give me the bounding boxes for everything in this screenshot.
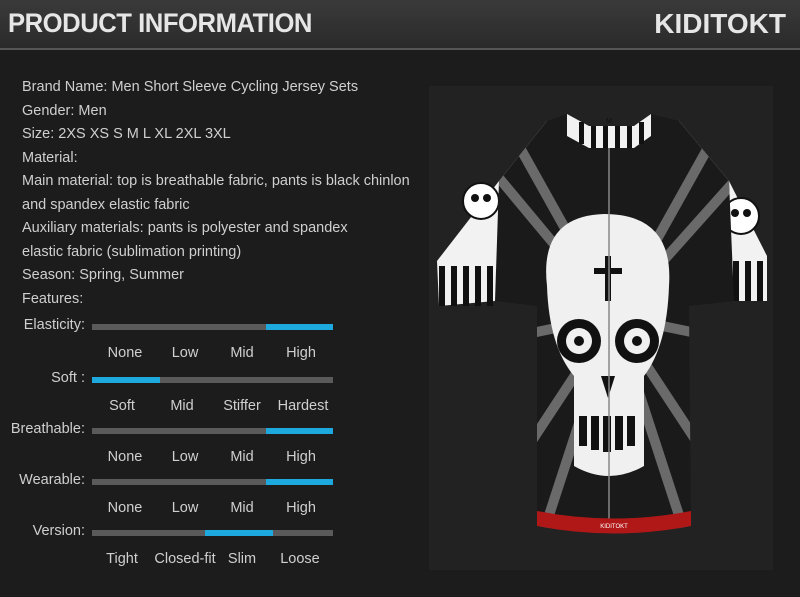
rating-label: Soft : — [51, 370, 85, 386]
rating-option: Low — [171, 500, 199, 516]
hem-brand-text: KIDITOKT — [600, 524, 628, 530]
rating-options: Soft Mid Stiffer Hardest — [92, 398, 333, 418]
info-auxiliary-materials: Auxiliary materials: pants is polyester … — [22, 220, 348, 236]
rating-option: Slim — [227, 551, 257, 567]
info-size: Size: 2XS XS S M L XL 2XL 3XL — [22, 126, 231, 142]
rating-option: Low — [171, 449, 199, 465]
rating-option: Loose — [280, 551, 320, 567]
rating-fill — [205, 530, 273, 536]
rating-label: Elasticity: — [23, 317, 85, 333]
product-image: M KIDITOKT — [429, 86, 773, 570]
rating-option: None — [107, 500, 143, 516]
rating-track — [92, 324, 333, 330]
rating-label: Wearable: — [19, 472, 85, 488]
rating-option: High — [286, 345, 316, 361]
rating-option: None — [107, 449, 143, 465]
rating-fill — [266, 324, 333, 330]
rating-label: Breathable: — [10, 421, 85, 437]
rating-version: Version: Tight Closed-fit Slim Loose — [0, 523, 420, 584]
rating-option: Tight — [106, 551, 138, 567]
info-brand-name: Brand Name: Men Short Sleeve Cycling Jer… — [22, 79, 359, 95]
brand-logo-text: KIDITOKT — [654, 8, 786, 39]
rating-fill — [92, 377, 160, 383]
rating-track — [92, 377, 333, 383]
collar-size-tag: M — [606, 118, 612, 125]
rating-option: High — [286, 500, 316, 516]
info-main-material: Main material: top is breathable fabric,… — [22, 173, 410, 189]
rating-option: Low — [171, 345, 199, 361]
info-material-heading: Material: — [22, 149, 78, 166]
rating-elasticity: Elasticity: None Low Mid High — [0, 317, 420, 378]
rating-label: Version: — [32, 523, 85, 539]
rating-options: Tight Closed-fit Slim Loose — [92, 551, 333, 571]
rating-option: Mid — [230, 500, 254, 516]
rating-options: None Low Mid High — [92, 449, 333, 469]
rating-option: Soft — [109, 398, 135, 414]
rating-track — [92, 428, 333, 434]
rating-option: Mid — [170, 398, 194, 414]
rating-options: None Low Mid High — [92, 345, 333, 365]
header-bar: PRODUCT INFORMATION KIDITOKT — [0, 0, 800, 48]
rating-options: None Low Mid High — [92, 500, 333, 520]
rating-option: Closed-fit — [154, 551, 216, 567]
rating-fill — [266, 428, 333, 434]
header-divider — [0, 48, 800, 50]
info-season: Season: Spring, Summer — [22, 267, 184, 283]
page-title: PRODUCT INFORMATION — [8, 8, 312, 38]
rating-option: High — [286, 449, 316, 465]
info-features-heading: Features: — [22, 290, 84, 307]
rating-option: None — [107, 345, 143, 361]
rating-option: Stiffer — [223, 398, 261, 414]
product-info-list: Brand Name: Men Short Sleeve Cycling Jer… — [22, 76, 432, 311]
jersey-illustration: M KIDITOKT — [437, 114, 767, 534]
info-auxiliary-materials-cont: elastic fabric (sublimation printing) — [22, 243, 242, 260]
rating-option: Mid — [230, 345, 254, 361]
rating-option: Hardest — [277, 398, 329, 414]
rating-track — [92, 479, 333, 485]
rating-option: Mid — [230, 449, 254, 465]
rating-track — [92, 530, 333, 536]
rating-fill — [266, 479, 333, 485]
info-main-material-cont: and spandex elastic fabric — [22, 196, 190, 213]
info-gender: Gender: Men — [22, 102, 107, 119]
